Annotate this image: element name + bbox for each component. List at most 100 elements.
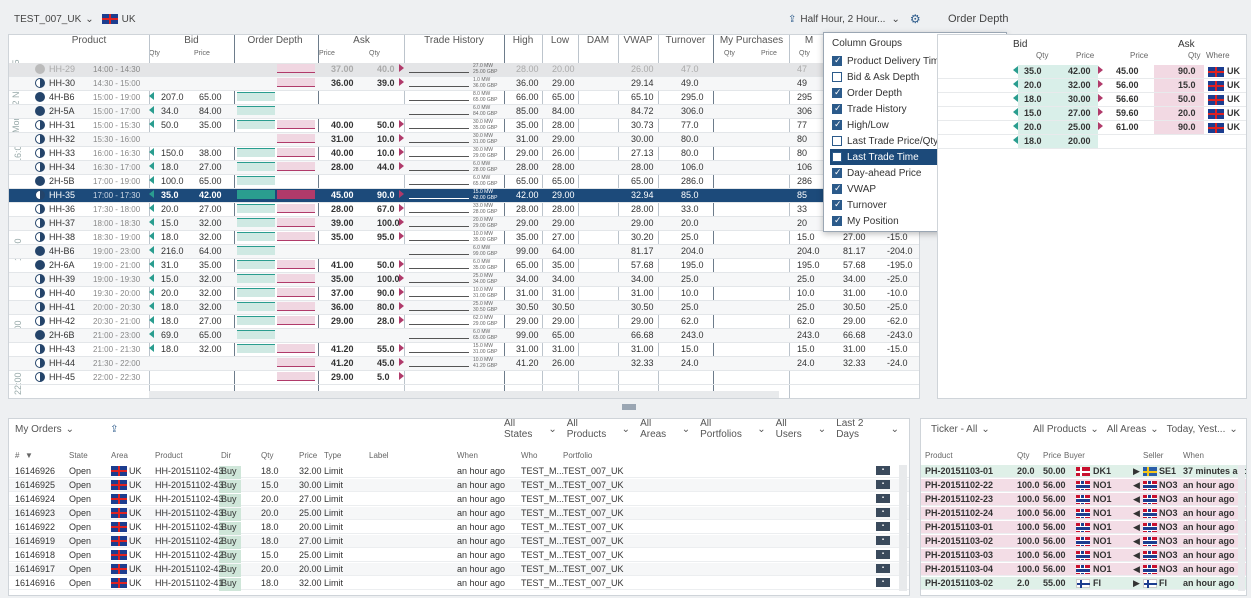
col-header-trade-history[interactable]: Trade History [404,35,504,49]
col-id[interactable]: # [15,451,19,460]
col-header-ask[interactable]: Ask [319,35,404,49]
grid-row[interactable]: HH-34 16:30 - 17:00 18.0 27.00 28.00 44.0 6.0 … [9,161,919,175]
checkbox-icon[interactable] [832,215,842,226]
col-when[interactable]: When [457,451,478,460]
order-row[interactable]: 16146916 Open UK HH-20151102-41 Buy 18.0 32.00… [9,577,909,591]
order-badge-icon[interactable]: ▪ [876,578,890,587]
col-type[interactable]: Type [324,451,341,460]
col-header-my-purchases[interactable]: My Purchases [714,35,789,49]
grid-row[interactable]: HH-35 17:00 - 17:30 35.0 42.00 45.00 90.0 15.0… [9,189,919,203]
grid-row[interactable]: HH-32 15:30 - 16:00 31.00 10.0 30.0 MW 31.00 … [9,133,919,147]
chevron-down-icon[interactable]: ⌄ [1090,424,1098,435]
depth-row[interactable]: 15.0 27.00 59.60 20.0 UK [938,107,1246,121]
checkbox-icon[interactable] [832,199,842,210]
grid-row[interactable]: 2H-5B 17:00 - 19:00 100.0 65.00 6.0 MW 65.00 … [9,175,919,189]
col-who[interactable]: Who [521,451,537,460]
grid-row[interactable]: HH-44 21:30 - 22:00 41.20 45.0 10.0 MW 41.20 … [9,357,919,371]
col-state[interactable]: State [69,451,88,460]
checkbox-icon[interactable] [832,119,842,130]
chevron-down-icon[interactable]: ⌄ [757,424,765,435]
orders-filter[interactable]: All Products [567,419,618,440]
portfolio-selector[interactable]: TEST_007_UK [14,14,81,25]
col-header-product[interactable]: Product [29,35,149,49]
order-badge-icon[interactable]: ▪ [876,480,890,489]
ticker-filter[interactable]: Today, Yest... [1167,424,1226,435]
ticker-filter[interactable]: All Products [1033,424,1086,435]
col-header-bid[interactable]: Bid [149,35,234,49]
ticker-row[interactable]: PH-20151103-03 100.0 56.00 NO1 ◀ NO3 an hour a… [921,549,1246,562]
chevron-down-icon[interactable]: ⌄ [682,424,690,435]
order-badge-icon[interactable]: ▪ [876,536,890,545]
ticker-row[interactable]: PH-20151103-01 100.0 56.00 NO1 ◀ NO3 an hour a… [921,521,1246,534]
col-qty[interactable]: Qty [261,451,273,460]
col-label[interactable]: Label [369,451,389,460]
ticker-row[interactable]: PH-20151102-23 100.0 56.00 NO1 ◀ NO3 an hour a… [921,493,1246,506]
chevron-down-icon[interactable]: ⌄ [1229,424,1237,435]
orders-title[interactable]: My Orders [15,424,62,435]
export-icon[interactable]: ⇪ [110,424,118,435]
order-badge-icon[interactable]: ▪ [876,522,890,531]
depth-row[interactable]: 20.0 32.00 56.00 15.0 UK [938,79,1246,93]
order-row[interactable]: 16146922 Open UK HH-20151102-43 Buy 18.0 20.00… [9,521,909,535]
grid-row[interactable]: HH-33 16:00 - 16:30 150.0 38.00 40.00 10.0 30.… [9,147,919,161]
order-badge-icon[interactable]: ▪ [876,494,890,503]
sort-down-icon[interactable]: ▼ [25,451,33,460]
col-qty[interactable]: Qty [1017,451,1029,460]
checkbox-icon[interactable] [832,167,842,178]
ticker-row[interactable]: PH-20151103-02 2.0 55.00 FI ▶ FI an hour ago [921,577,1246,590]
col-header-high[interactable]: High [504,35,542,49]
vertical-scrollbar[interactable] [1238,465,1245,591]
col-seller[interactable]: Seller [1143,451,1163,460]
depth-row[interactable]: 18.0 20.00 [938,135,1246,149]
order-row[interactable]: 16146917 Open UK HH-20151102-42 Buy 20.0 20.00… [9,563,909,577]
order-row[interactable]: 16146923 Open UK HH-20151102-43 Buy 20.0 25.00… [9,507,909,521]
col-header-dam[interactable]: DAM [578,35,618,49]
export-icon[interactable]: ⇪ [788,14,796,25]
grid-row[interactable]: HH-45 22:00 - 22:30 29.00 5.0 [9,371,919,385]
grid-row[interactable]: 2H-5A 15:00 - 17:00 34.0 84.00 6.0 MW 84.00 G… [9,105,919,119]
granularity-selector[interactable]: Half Hour, 2 Hour... [800,14,885,25]
col-header-order-depth[interactable]: Order Depth [235,35,315,49]
checkbox-icon[interactable] [832,136,842,146]
order-badge-icon[interactable]: ▪ [876,466,890,475]
order-badge-icon[interactable]: ▪ [876,564,890,573]
horizontal-scrollbar[interactable] [149,391,779,398]
order-row[interactable]: 16146926 Open UK HH-20151102-43 Buy 18.0 32.00… [9,465,909,479]
chevron-down-icon[interactable]: ⌄ [818,424,826,435]
chevron-down-icon[interactable]: ⌄ [1150,424,1158,435]
grid-row[interactable]: HH-37 18:00 - 18:30 15.0 32.00 39.00 100.0 20.… [9,217,919,231]
grid-row[interactable]: HH-31 15:00 - 15:30 50.0 35.00 40.00 50.0 30.0… [9,119,919,133]
checkbox-icon[interactable] [832,152,842,162]
checkbox-icon[interactable] [832,72,842,82]
col-area[interactable]: Area [111,451,128,460]
order-badge-icon[interactable]: ▪ [876,508,890,517]
chevron-down-icon[interactable]: ⌄ [891,424,899,435]
panel-splitter-handle[interactable] [622,404,636,410]
ticker-row[interactable]: PH-20151103-02 100.0 56.00 NO1 ◀ NO3 an hour a… [921,535,1246,548]
orders-filter[interactable]: Last 2 Days [836,419,886,440]
chevron-down-icon[interactable]: ⌄ [66,424,74,435]
grid-row[interactable]: 4H-B6 15:00 - 19:00 207.0 65.00 8.0 MW 65.00 … [9,91,919,105]
order-row[interactable]: 16146925 Open UK HH-20151102-43 Buy 15.0 30.00… [9,479,909,493]
ticker-filter[interactable]: All Areas [1107,424,1146,435]
ticker-row[interactable]: PH-20151103-01 20.0 50.00 DK1 ▶ SE1 37 minutes… [921,465,1246,478]
grid-row[interactable]: HH-41 20:00 - 20:30 18.0 32.00 36.00 80.0 25.0… [9,301,919,315]
grid-row[interactable]: HH-42 20:30 - 21:00 18.0 27.00 29.00 28.0 62.0… [9,315,919,329]
col-price[interactable]: Price [299,451,317,460]
depth-row[interactable]: 35.0 42.00 45.00 90.0 UK [938,65,1246,79]
checkbox-icon[interactable] [832,55,842,66]
grid-row[interactable]: 4H-B6 19:00 - 23:00 216.0 64.00 6.0 MW 99.00 … [9,245,919,259]
grid-row[interactable]: HH-38 18:30 - 19:00 18.0 32.00 35.00 95.0 10.0… [9,231,919,245]
checkbox-icon[interactable] [832,103,842,114]
grid-row[interactable]: HH-36 17:30 - 18:00 20.0 27.00 28.00 67.0 33.0… [9,203,919,217]
chevron-down-icon[interactable]: ⌄ [548,424,556,435]
chevron-down-icon[interactable]: ⌄ [622,424,630,435]
depth-row[interactable]: 20.0 25.00 61.00 90.0 UK [938,121,1246,135]
grid-row[interactable]: 2H-6B 21:00 - 23:00 69.0 65.00 6.0 MW 65.00 G… [9,329,919,343]
order-row[interactable]: 16146924 Open UK HH-20151102-43 Buy 20.0 27.00… [9,493,909,507]
col-portfolio[interactable]: Portfolio [563,451,592,460]
orders-filter[interactable]: All Areas [640,419,678,440]
grid-row[interactable]: HH-39 19:00 - 19:30 15.0 32.00 35.00 100.0 25.… [9,273,919,287]
grid-row[interactable]: HH-30 14:30 - 15:00 36.00 39.0 1.0 MW 36.00 G… [9,77,919,91]
ticker-row[interactable]: PH-20151103-04 100.0 56.00 NO1 ◀ NO3 an hour a… [921,563,1246,576]
